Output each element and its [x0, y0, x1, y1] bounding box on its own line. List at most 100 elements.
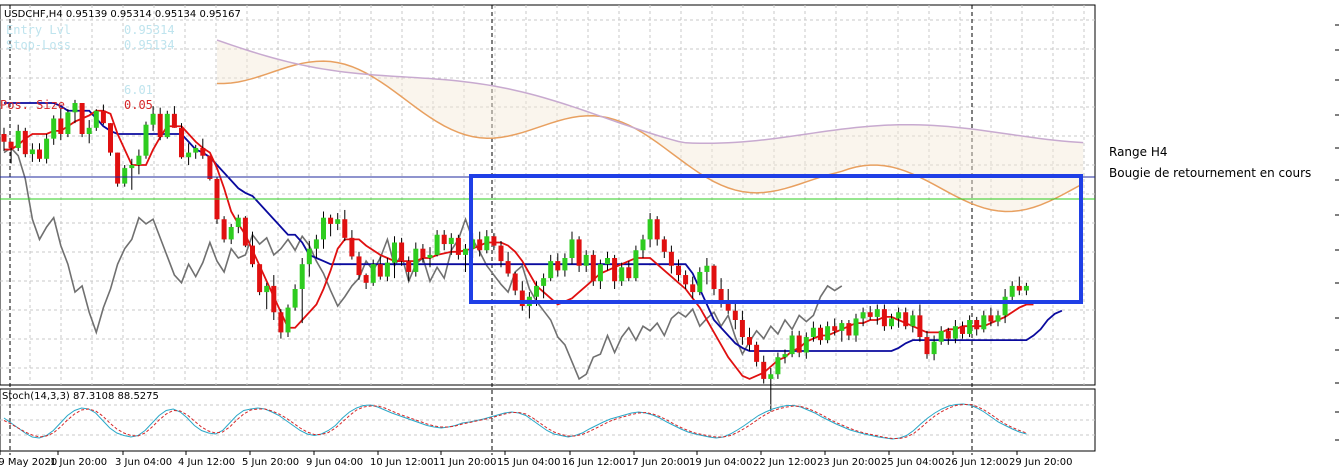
candle-down [1016, 285, 1022, 291]
candle-up [697, 271, 703, 293]
candle-down [406, 261, 412, 272]
candle-up [931, 341, 937, 355]
candle-up [264, 285, 270, 293]
candle-up [967, 320, 973, 334]
candle-up [434, 234, 440, 255]
candle-up [647, 219, 653, 240]
candle-down [881, 309, 887, 327]
candle-down [676, 265, 681, 276]
candle-up [321, 217, 326, 240]
candle-up [896, 312, 902, 319]
candle-down [739, 320, 745, 338]
candle-up [810, 327, 816, 338]
candle-down [8, 141, 14, 148]
candle-down [867, 312, 873, 317]
stop-label: Stop-Loss [6, 38, 71, 52]
x-tick-label: 17 Jun 20:00 [626, 457, 690, 468]
candle-up [484, 236, 490, 251]
candle-down [924, 337, 930, 355]
candle-down [37, 149, 42, 159]
pos-value: 0.05 [124, 98, 153, 112]
candle-up [299, 264, 305, 289]
candle-down [79, 103, 85, 134]
candle-down [328, 217, 334, 224]
candle-up [640, 239, 646, 251]
candle-up [129, 165, 135, 169]
candle-up [136, 155, 142, 165]
annotation-line2: Bougie de retournement en cours [1109, 166, 1311, 180]
candle-up [569, 239, 575, 258]
candle-down [441, 234, 447, 245]
candle-down [108, 123, 113, 153]
candle-down [711, 265, 717, 289]
candle-down [661, 239, 667, 252]
stochastic-lines [3, 403, 1027, 440]
candle-up [633, 250, 639, 279]
candle-down [250, 245, 255, 265]
candle-down [242, 217, 248, 246]
candle-up [995, 315, 1001, 322]
candle-down [903, 312, 909, 327]
candle-up [803, 337, 809, 353]
x-tick-label: 10 Jun 12:00 [370, 457, 434, 468]
candle-up [1009, 285, 1015, 297]
candle-up [193, 147, 199, 153]
candle-down [221, 219, 227, 240]
candle-up [853, 318, 859, 336]
candle-up [370, 264, 376, 283]
x-tick-label: 4 Jun 12:00 [178, 457, 235, 468]
candle-down [115, 152, 121, 184]
candle-up [938, 330, 944, 342]
x-tick-label: 26 Jun 12:00 [945, 457, 1009, 468]
candle-down [960, 326, 965, 334]
candle-down [399, 242, 405, 262]
candle-down [377, 264, 383, 277]
candle-down [356, 256, 362, 276]
candle-up [384, 262, 390, 277]
candle-down [420, 248, 426, 258]
candle-down [342, 219, 348, 238]
sub-window-label: Stoch(14,3,3) 87.3108 88.5275 [2, 391, 159, 402]
candle-up [313, 239, 319, 249]
candle-down [555, 261, 561, 271]
candle-up [874, 309, 880, 317]
candle-up [463, 248, 468, 255]
candle-down [505, 261, 511, 274]
candle-up [789, 335, 795, 355]
candle-down [200, 147, 206, 156]
candle-up [306, 248, 312, 265]
candle-down [754, 344, 760, 362]
candle-up [605, 258, 610, 265]
x-tick-label: 9 Jun 04:00 [306, 457, 363, 468]
stoch-d-line [3, 404, 1027, 439]
candle-up [65, 112, 71, 134]
candle-up [228, 227, 234, 240]
candle-down [349, 237, 355, 257]
candle-down [157, 113, 163, 138]
x-tick-label: 29 May 2020 [0, 457, 57, 468]
candle-up [704, 265, 710, 272]
candle-up [44, 138, 50, 159]
candle-down [58, 118, 64, 134]
candle-down [761, 361, 767, 379]
candle-down [846, 323, 852, 336]
candle-down [654, 219, 660, 240]
candle-down [917, 315, 923, 338]
stoch-k-line [3, 403, 1027, 440]
candle-down [718, 289, 724, 302]
candle-down [257, 264, 263, 293]
candle-down [1, 134, 7, 142]
candle-up [186, 152, 192, 158]
candle-down [179, 127, 184, 158]
candle-down [690, 284, 696, 293]
candle-up [910, 315, 916, 327]
candle-up [1023, 285, 1029, 291]
candle-down [271, 285, 277, 313]
candle-up [392, 242, 397, 263]
candle-up [427, 254, 433, 258]
candle-up [164, 113, 170, 138]
candle-up [72, 103, 78, 113]
risk-value: 6.01 [124, 83, 153, 97]
candle-down [171, 113, 177, 128]
candle-up [51, 118, 57, 139]
